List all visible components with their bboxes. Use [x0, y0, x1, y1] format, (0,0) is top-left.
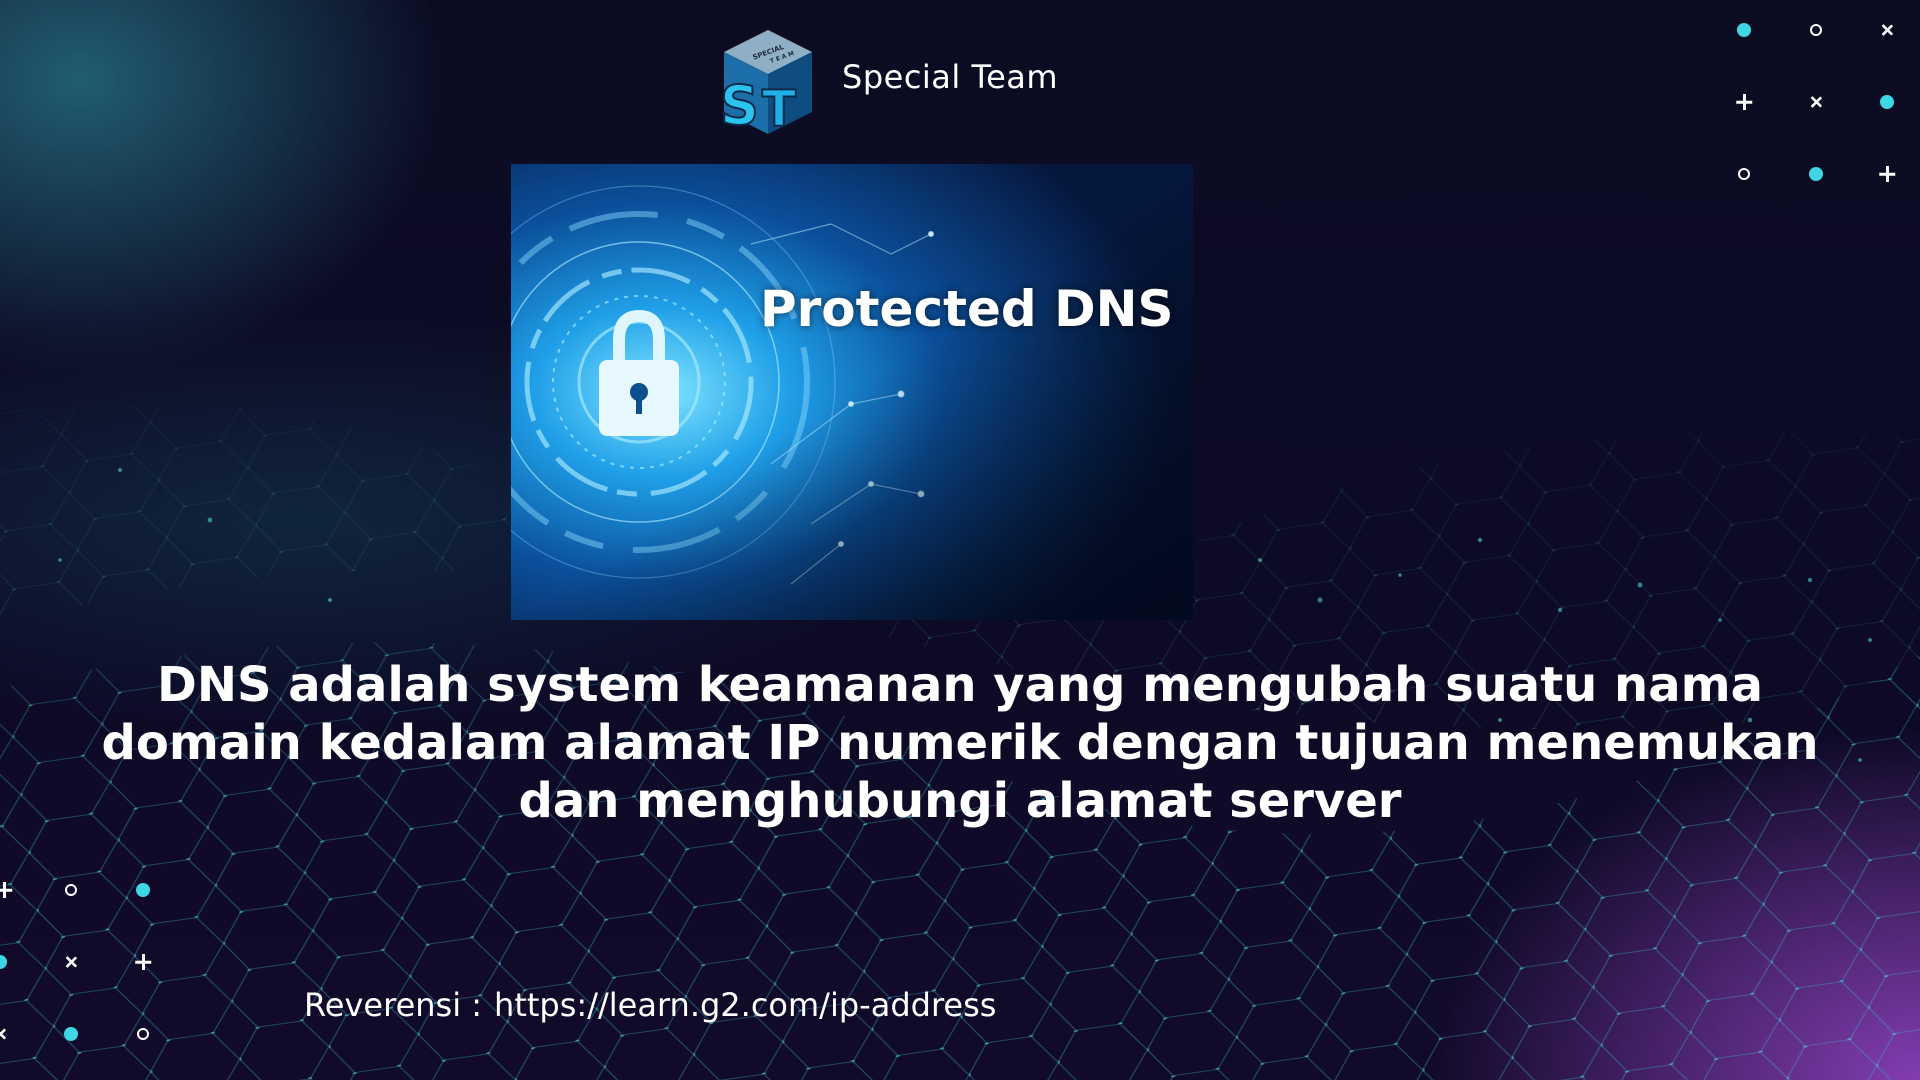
description-line: domain kedalam alamat IP numerik dengan … [101, 715, 1819, 771]
ring-icon [60, 879, 82, 901]
ring-icon [132, 1023, 154, 1045]
plus-icon [1733, 91, 1755, 113]
plus-icon [1876, 163, 1898, 185]
cross-icon [0, 1025, 9, 1044]
cyan-dot-icon [0, 951, 11, 973]
reference-line: Reverensi : https://learn.g2.com/ip-addre… [304, 986, 996, 1024]
cyan-dot-icon [1876, 91, 1898, 113]
ring-icon [1805, 19, 1827, 41]
hero-caption: Protected DNS [760, 280, 1174, 338]
cyan-dot-icon [60, 1023, 82, 1045]
brand-name: Special Team [842, 58, 1059, 96]
ring-icon [1733, 163, 1755, 185]
protected-dns-image [511, 164, 1193, 620]
svg-text:S: S [720, 74, 759, 136]
plus-icon [0, 879, 15, 901]
cross-icon [1807, 93, 1826, 112]
special-team-logo: SPECIAL T E A M S T [719, 30, 812, 136]
cyan-dot-icon [1733, 19, 1755, 41]
cross-icon [62, 953, 81, 972]
description-text: DNS adalah system keamanan yang mengubah… [40, 656, 1880, 830]
slide: SPECIAL T E A M S T Special Team Protect… [0, 0, 1920, 1080]
cyan-dot-icon [1805, 163, 1827, 185]
reference-link[interactable]: https://learn.g2.com/ip-address [494, 986, 996, 1024]
cross-icon [1878, 21, 1897, 40]
svg-text:T: T [762, 80, 796, 136]
cyan-dot-icon [132, 879, 154, 901]
plus-icon [132, 951, 154, 973]
description-line: dan menghubungi alamat server [518, 773, 1402, 829]
reference-label: Reverensi : [304, 986, 483, 1024]
description-line: DNS adalah system keamanan yang mengubah… [156, 657, 1763, 713]
